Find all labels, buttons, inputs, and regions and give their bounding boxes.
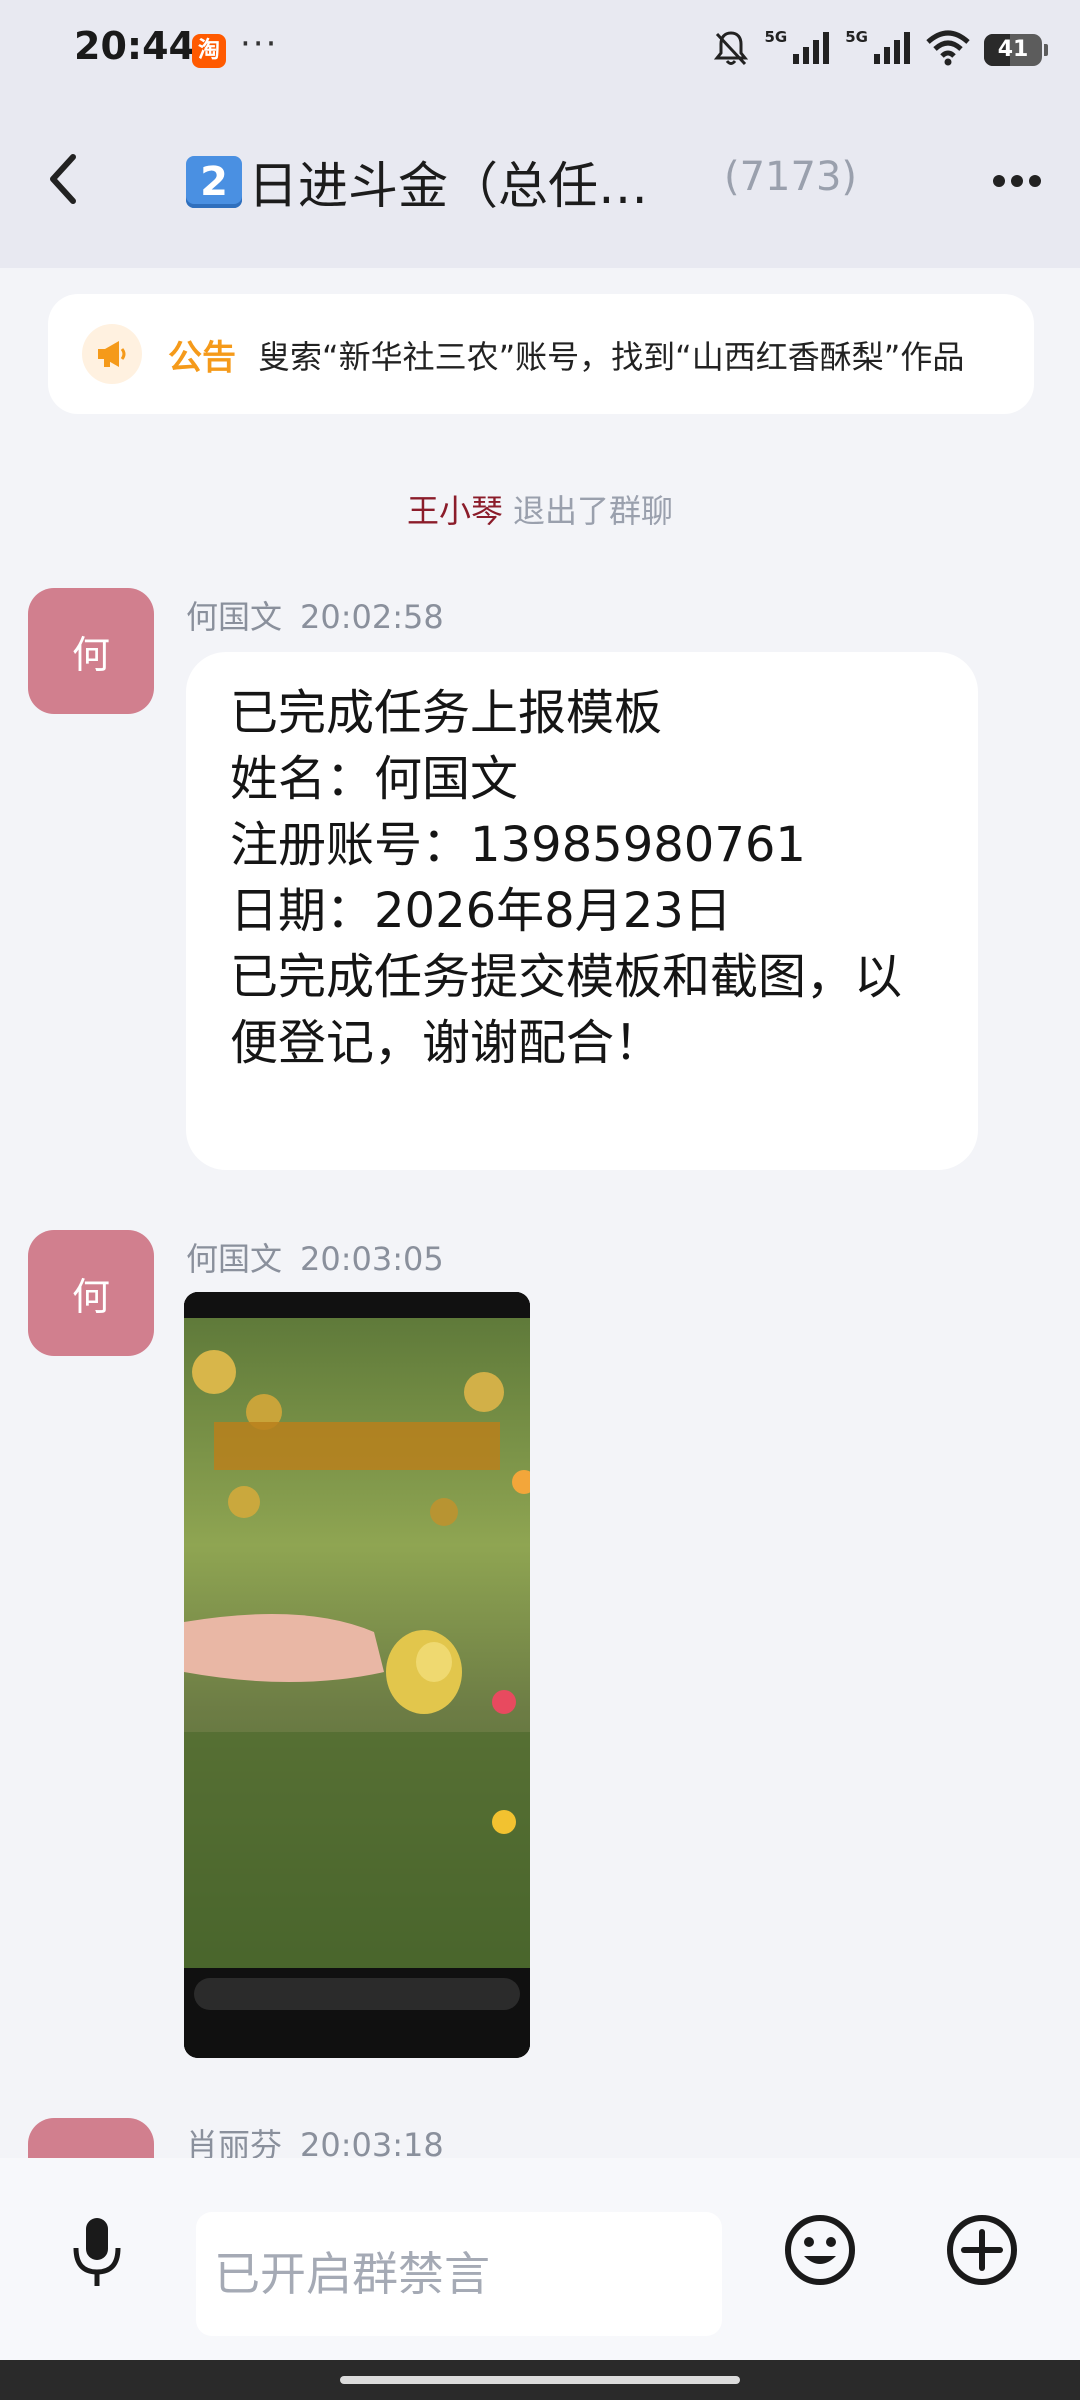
sender-name: 何国文 [186, 598, 283, 636]
status-bar: 20:44 淘 ··· 5G 5G 41 [0, 0, 1080, 100]
message-line: 已完成任务上报模板 [230, 685, 663, 741]
battery-icon: 41 [984, 34, 1048, 66]
megaphone-icon [82, 324, 142, 384]
signal-icon [791, 30, 831, 70]
sender-name: 何国文 [186, 1240, 283, 1278]
signal-icon [872, 30, 912, 70]
more-options-button[interactable] [984, 154, 1050, 208]
message-line: 已完成任务提交模板和截图，以 [230, 949, 903, 1005]
battery-level: 41 [997, 37, 1029, 62]
announcement-text: 叟索“新华社三农”账号，找到“山西红香酥梨”作品 [258, 338, 965, 376]
sender-info: 何国文 20:03:05 [186, 1234, 444, 1280]
system-message-name[interactable]: 王小琴 [407, 492, 503, 530]
bell-muted-icon [711, 28, 751, 72]
group-title[interactable]: 2 日进斗金（总任… [186, 150, 648, 215]
video-screenshot-image [184, 1292, 530, 2058]
keycap-emoji: 2 [186, 156, 242, 208]
message-time: 20:02:58 [300, 598, 444, 636]
member-count: (7173) [724, 154, 858, 200]
sender-info: 何国文 20:02:58 [186, 592, 444, 638]
chat-header: 2 日进斗金（总任… (7173) [0, 120, 1080, 240]
image-message-screenshot[interactable] [184, 1292, 530, 2058]
group-title-text: 日进斗金（总任… [248, 157, 648, 215]
message-line: 姓名：何国文 [230, 751, 519, 807]
input-bar [0, 2158, 1080, 2360]
network-type-label-2: 5G [845, 28, 868, 46]
back-button[interactable] [30, 146, 96, 212]
more-notifications-icon: ··· [240, 24, 279, 64]
message-line: 日期：2026年8月23日 [230, 883, 732, 939]
message-bubble[interactable]: 已完成任务上报模板 姓名：何国文 注册账号：13985980761 日期：202… [186, 652, 978, 1170]
system-message-text: 退出了群聊 [513, 492, 674, 530]
system-nav-bar [0, 2360, 1080, 2400]
taobao-notification-icon: 淘 [192, 34, 226, 68]
avatar[interactable]: 何 [28, 588, 154, 714]
system-message: 王小琴 退出了群聊 [0, 486, 1080, 532]
avatar[interactable]: 何 [28, 1230, 154, 1356]
voice-input-button[interactable] [64, 2208, 130, 2298]
chevron-left-icon [50, 154, 76, 204]
avatar[interactable] [28, 2118, 154, 2158]
announcement-label: 公告 [168, 338, 236, 378]
add-attachment-button[interactable] [944, 2212, 1020, 2288]
home-indicator[interactable] [340, 2376, 740, 2384]
wifi-icon [926, 30, 970, 70]
group-announcement[interactable]: 公告 叟索“新华社三农”账号，找到“山西红香酥梨”作品 [48, 294, 1034, 414]
more-dots-icon [993, 175, 1041, 187]
message-time: 20:03:05 [300, 1240, 444, 1278]
message-input[interactable] [196, 2212, 722, 2336]
microphone-icon [73, 2218, 121, 2286]
status-time: 20:44 [74, 24, 195, 68]
plus-circle-icon [947, 2215, 1017, 2285]
smiley-icon [785, 2215, 855, 2285]
status-icons: 5G 5G 41 [711, 28, 1048, 72]
emoji-button[interactable] [782, 2212, 858, 2288]
network-type-label-1: 5G [764, 28, 788, 46]
message-line: 便登记，谢谢配合！ [230, 1015, 663, 1071]
message-line: 注册账号：13985980761 [230, 817, 806, 873]
